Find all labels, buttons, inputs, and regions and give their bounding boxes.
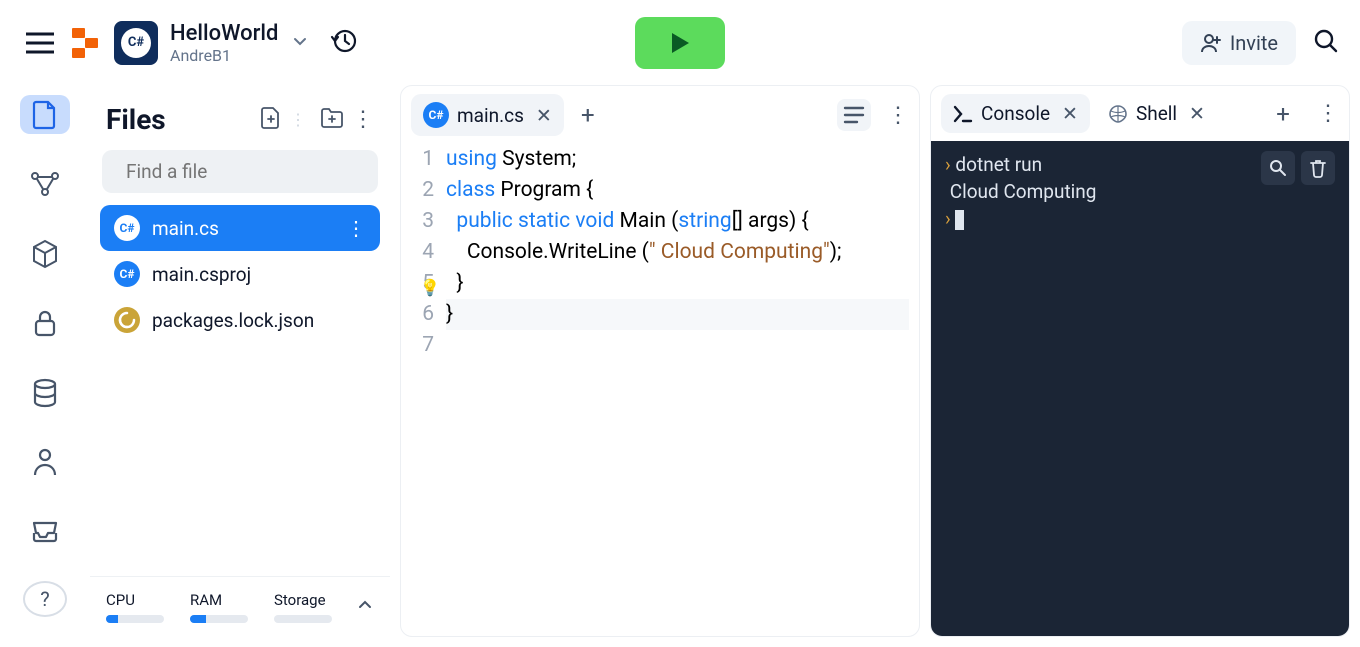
- console-tabs: Console✕Shell✕ + ⋮: [931, 86, 1349, 141]
- new-folder-button[interactable]: [320, 107, 344, 133]
- stats-bar: CPU RAM Storage: [90, 576, 390, 637]
- project-owner: AndreB1: [170, 46, 278, 65]
- console-more-button[interactable]: ⋮: [1317, 101, 1339, 126]
- invite-icon: [1200, 32, 1222, 54]
- files-header: Files ⋮ ⋮: [90, 85, 390, 150]
- project-name: HelloWorld: [170, 21, 278, 46]
- stats-toggle-button[interactable]: [356, 595, 374, 617]
- file-name: main.cs: [152, 217, 219, 240]
- files-more-button[interactable]: ⋮: [352, 107, 374, 132]
- stat-storage: Storage: [274, 591, 332, 623]
- sidebar-files[interactable]: [20, 95, 70, 134]
- play-icon: [669, 31, 691, 55]
- stat-ram: RAM: [190, 591, 248, 623]
- console-tab-shell[interactable]: Shell✕: [1096, 94, 1217, 133]
- json-file-icon: [114, 307, 140, 333]
- header: C# HelloWorld AndreB1 Invite: [0, 0, 1360, 85]
- tool-sidebar: ?: [10, 85, 80, 637]
- sidebar-database[interactable]: [20, 373, 70, 412]
- editor-tab-main[interactable]: C# main.cs ✕: [411, 94, 564, 136]
- sidebar-deploy[interactable]: [20, 164, 70, 203]
- sidebar-inbox[interactable]: [20, 512, 70, 551]
- global-search-button[interactable]: [1312, 27, 1340, 59]
- line-gutter: 1234567: [401, 144, 446, 636]
- file-list: C# main.cs ⋮ C# main.csproj packages.lock.jso…: [90, 205, 390, 576]
- run-button[interactable]: [635, 17, 725, 69]
- sidebar-packages[interactable]: [20, 234, 70, 273]
- sidebar-account[interactable]: [20, 442, 70, 481]
- header-right: Invite: [1182, 21, 1340, 65]
- console-clear-button[interactable]: [1301, 151, 1335, 185]
- language-badge: C#: [114, 21, 158, 65]
- history-button[interactable]: [330, 27, 358, 59]
- csharp-file-icon: C#: [423, 102, 449, 128]
- files-search[interactable]: [102, 150, 378, 193]
- file-item[interactable]: packages.lock.json: [100, 297, 380, 343]
- files-search-input[interactable]: [126, 160, 371, 183]
- csharp-file-icon: C#: [114, 215, 140, 241]
- editor-tabs: C# main.cs ✕ + ⋮: [401, 86, 919, 144]
- body-area: ? Files ⋮ ⋮ C# main.cs ⋮ C# main.csproj packa…: [0, 85, 1360, 647]
- new-file-button[interactable]: [260, 106, 282, 134]
- file-name: packages.lock.json: [152, 309, 314, 332]
- csharp-file-icon: C#: [114, 261, 140, 287]
- hamburger-menu-button[interactable]: [20, 23, 60, 63]
- replit-logo-icon: [68, 25, 104, 61]
- shell-icon: [1108, 104, 1128, 124]
- console-panel: Console✕Shell✕ + ⋮ › dotnet run Cloud Co…: [930, 85, 1350, 637]
- code-content[interactable]: using System;class Program { public stat…: [446, 144, 919, 636]
- project-dropdown-button[interactable]: [290, 31, 310, 55]
- close-tab-button[interactable]: ✕: [536, 104, 552, 127]
- stat-cpu: CPU: [106, 591, 164, 623]
- language-badge-text: C#: [121, 28, 151, 58]
- console-tools: [1261, 151, 1335, 185]
- terminal-icon: [953, 105, 973, 123]
- invite-label: Invite: [1230, 31, 1278, 55]
- file-item[interactable]: C# main.csproj: [100, 251, 380, 297]
- new-tab-button[interactable]: +: [570, 97, 606, 133]
- help-button[interactable]: ?: [23, 581, 67, 617]
- editor-more-button[interactable]: ⋮: [887, 103, 909, 128]
- console-tab-console[interactable]: Console✕: [941, 94, 1090, 133]
- new-console-tab-button[interactable]: +: [1265, 96, 1301, 132]
- editor-tab-label: main.cs: [457, 104, 524, 127]
- file-item[interactable]: C# main.cs ⋮: [100, 205, 380, 251]
- console-content[interactable]: › dotnet run Cloud Computing›: [931, 141, 1349, 636]
- files-panel: Files ⋮ ⋮ C# main.cs ⋮ C# main.csproj package…: [90, 85, 390, 637]
- files-title: Files: [106, 103, 250, 136]
- console-search-button[interactable]: [1261, 151, 1295, 185]
- file-item-more[interactable]: ⋮: [346, 216, 366, 240]
- editor-panel: C# main.cs ✕ + ⋮ 1234567 using System;cl…: [400, 85, 920, 637]
- close-tab-button[interactable]: ✕: [1062, 102, 1078, 125]
- lightbulb-icon[interactable]: 💡: [420, 272, 440, 303]
- sidebar-secrets[interactable]: [20, 303, 70, 342]
- invite-button[interactable]: Invite: [1182, 21, 1296, 65]
- code-area[interactable]: 1234567 using System;class Program { pub…: [401, 144, 919, 636]
- file-name: main.csproj: [152, 263, 251, 286]
- console-line: ›: [945, 205, 1335, 232]
- project-info[interactable]: HelloWorld AndreB1: [170, 21, 278, 65]
- wrap-button[interactable]: [837, 99, 871, 131]
- close-tab-button[interactable]: ✕: [1189, 102, 1205, 125]
